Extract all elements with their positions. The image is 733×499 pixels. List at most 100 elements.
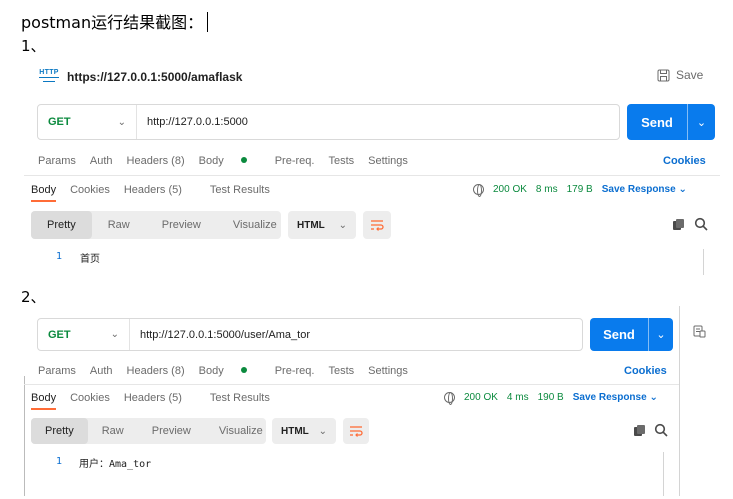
format-select[interactable]: HTML ⌄ <box>272 418 336 444</box>
copy-icon[interactable] <box>633 424 646 442</box>
scrollbar-track[interactable] <box>703 249 704 275</box>
view-mode-bar: Pretty Raw Preview Visualize <box>31 418 266 444</box>
text-cursor <box>207 12 209 32</box>
tab-headers[interactable]: Headers (8) <box>127 155 185 167</box>
search-icon[interactable] <box>694 217 708 236</box>
chevron-down-icon[interactable]: ⌄ <box>687 104 715 140</box>
method-value: GET <box>48 328 71 341</box>
view-pretty[interactable]: Pretty <box>31 418 88 444</box>
method-select[interactable]: GET ⌄ <box>38 319 130 350</box>
response-line-text: 用户：Ama_tor <box>79 459 152 470</box>
send-button[interactable]: Send ⌄ <box>590 318 673 351</box>
http-icon-base <box>43 79 55 82</box>
request-tab-title[interactable]: https://127.0.0.1:5000/amaflask <box>67 70 242 84</box>
view-preview[interactable]: Preview <box>138 418 205 444</box>
tab-settings[interactable]: Settings <box>368 365 408 377</box>
resp-tab-headers[interactable]: Headers (5) <box>124 392 196 404</box>
copy-icon-svg <box>634 425 645 436</box>
http-icon: HTTP <box>39 69 59 83</box>
save-button[interactable]: Save <box>657 68 703 82</box>
wrap-lines-icon <box>350 426 363 437</box>
view-preview[interactable]: Preview <box>146 211 217 239</box>
line-number: 1 <box>56 456 62 467</box>
postman-window-1 <box>24 57 720 277</box>
save-response-button[interactable]: Save Response ⌄ <box>602 184 687 195</box>
send-button[interactable]: Send ⌄ <box>627 104 715 140</box>
tab-tests[interactable]: Tests <box>328 365 354 377</box>
resp-tab-body[interactable]: Body <box>31 392 57 410</box>
tab-auth[interactable]: Auth <box>90 365 113 377</box>
window-2-left-edge <box>24 376 25 496</box>
documentation-icon[interactable] <box>693 325 706 343</box>
tab-auth[interactable]: Auth <box>90 155 113 167</box>
format-value: HTML <box>281 425 309 437</box>
step-1-label: 1、 <box>21 37 46 55</box>
status-code[interactable]: 200 OK <box>464 392 498 403</box>
tab-body[interactable]: Body <box>199 155 261 167</box>
tab-body[interactable]: Body <box>199 365 261 377</box>
view-pretty[interactable]: Pretty <box>31 211 92 239</box>
send-label: Send <box>641 114 673 130</box>
response-line-text: 首页 <box>80 254 100 265</box>
url-bar: GET ⌄ http://127.0.0.1:5000/user/Ama_tor <box>37 318 583 351</box>
chevron-down-icon: ⌄ <box>318 425 327 437</box>
doc-heading-text: postman运行结果截图： <box>21 13 204 32</box>
tab-settings[interactable]: Settings <box>368 155 408 167</box>
response-time[interactable]: 4 ms <box>507 392 529 403</box>
chevron-down-icon[interactable]: ⌄ <box>648 318 673 351</box>
method-select[interactable]: GET ⌄ <box>38 105 137 139</box>
divider <box>24 384 679 385</box>
response-time[interactable]: 8 ms <box>536 184 558 195</box>
resp-tab-headers-label: Headers (5) <box>123 184 182 196</box>
resp-tab-cookies[interactable]: Cookies <box>70 184 110 196</box>
chevron-down-icon: ⌄ <box>110 329 119 340</box>
wrap-lines-button[interactable] <box>363 211 391 239</box>
tab-headers[interactable]: Headers (8) <box>127 365 185 377</box>
divider <box>24 175 720 176</box>
view-raw[interactable]: Raw <box>88 418 138 444</box>
cookies-link[interactable]: Cookies <box>663 155 706 167</box>
resp-tab-headers[interactable]: Headers (5) <box>124 184 196 196</box>
response-status: 200 OK 8 ms 179 B Save Response ⌄ <box>473 184 687 197</box>
window-2-side-divider <box>679 306 680 496</box>
copy-icon[interactable] <box>672 218 685 236</box>
globe-icon[interactable] <box>473 184 484 197</box>
copy-icon-svg <box>673 219 684 230</box>
resp-tab-cookies[interactable]: Cookies <box>70 392 110 404</box>
search-icon-svg <box>694 217 708 231</box>
tab-pre-request[interactable]: Pre-req. <box>275 155 315 167</box>
url-input[interactable]: http://127.0.0.1:5000/user/Ama_tor <box>130 329 310 341</box>
scrollbar-track[interactable] <box>663 452 664 496</box>
format-select[interactable]: HTML ⌄ <box>288 211 356 239</box>
save-icon <box>657 69 670 81</box>
view-raw[interactable]: Raw <box>92 211 146 239</box>
request-tabs: Params Auth Headers (8) Body Pre-req. Te… <box>38 155 422 167</box>
response-tabs: Body Cookies Headers (5) Test Results <box>31 392 284 410</box>
resp-tab-body[interactable]: Body <box>31 184 57 202</box>
globe-icon[interactable] <box>444 392 455 405</box>
tab-pre-request[interactable]: Pre-req. <box>275 365 315 377</box>
url-input[interactable]: http://127.0.0.1:5000 <box>137 116 248 128</box>
tab-params[interactable]: Params <box>38 155 76 167</box>
tab-params[interactable]: Params <box>38 365 76 377</box>
wrap-lines-button[interactable] <box>343 418 369 444</box>
status-code[interactable]: 200 OK <box>493 184 527 195</box>
save-response-button[interactable]: Save Response ⌄ <box>573 392 658 403</box>
tab-body-label: Body <box>198 365 224 377</box>
documentation-icon-svg <box>693 325 706 338</box>
response-size[interactable]: 190 B <box>538 392 564 403</box>
method-value: GET <box>48 116 71 128</box>
response-size[interactable]: 179 B <box>567 184 593 195</box>
doc-heading: postman运行结果截图： <box>21 9 209 33</box>
save-response-label: Save Response <box>572 392 647 403</box>
view-mode-bar: Pretty Raw Preview Visualize <box>31 211 281 239</box>
view-visualize[interactable]: Visualize <box>217 211 293 239</box>
resp-tab-test-results[interactable]: Test Results <box>210 184 270 196</box>
resp-tab-headers-label: Headers (5) <box>123 392 182 404</box>
resp-tab-test-results[interactable]: Test Results <box>210 392 270 404</box>
cookies-link[interactable]: Cookies <box>624 365 667 377</box>
tab-body-label: Body <box>198 155 224 167</box>
tab-tests[interactable]: Tests <box>328 155 354 167</box>
view-visualize[interactable]: Visualize <box>205 418 277 444</box>
search-icon[interactable] <box>654 423 668 442</box>
